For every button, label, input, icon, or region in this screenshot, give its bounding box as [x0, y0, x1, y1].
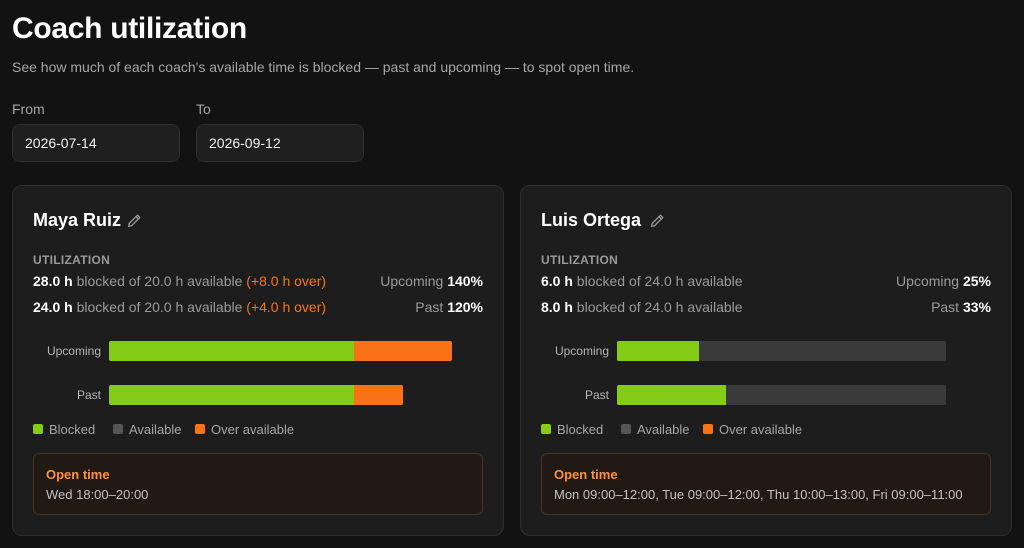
upcoming-available-text: blocked of 20.0 h available — [76, 273, 243, 289]
over-swatch — [703, 424, 713, 434]
open-time-box: Open time Mon 09:00–12:00, Tue 09:00–12:… — [541, 453, 991, 515]
to-label: To — [196, 101, 211, 117]
upcoming-blocked-segment — [617, 341, 699, 361]
legend-available-label: Available — [637, 422, 690, 437]
past-available-text: blocked of 20.0 h available — [76, 299, 243, 315]
coach-card-luis-ortega: Luis Ortega UTILIZATION 6.0 h blocked of… — [520, 185, 1012, 536]
page-title: Coach utilization — [12, 12, 247, 45]
past-label: Past — [415, 299, 444, 315]
upcoming-blocked-hours: 28.0 h — [33, 273, 73, 289]
upcoming-percent: 25% — [962, 273, 991, 289]
upcoming-percent: 140% — [447, 273, 483, 289]
from-date-input[interactable] — [12, 124, 180, 162]
blocked-swatch — [541, 424, 551, 434]
open-time-slots: Wed 18:00–20:00 — [46, 487, 149, 502]
past-over-segment — [354, 385, 403, 405]
upcoming-over-text: (+8.0 h over) — [246, 273, 327, 289]
past-bar-label: Past — [584, 388, 609, 402]
open-time-title: Open time — [554, 467, 618, 482]
coach-card-maya-ruiz: Maya Ruiz UTILIZATION 28.0 h blocked of … — [12, 185, 504, 536]
upcoming-over-segment — [354, 341, 452, 361]
legend-over-label: Over available — [719, 422, 803, 437]
upcoming-utilization-row: 6.0 h blocked of 24.0 h available Upcomi… — [541, 273, 991, 293]
past-utilization-row: 8.0 h blocked of 24.0 h available Past 3… — [541, 299, 991, 319]
pencil-icon[interactable] — [126, 213, 142, 229]
legend-over-label: Over available — [211, 422, 295, 437]
utilization-label: UTILIZATION — [33, 253, 111, 267]
coach-utilization-page: Coach utilization See how much of each c… — [0, 0, 1024, 548]
past-blocked-hours: 8.0 h — [541, 299, 573, 315]
to-date-input[interactable] — [196, 124, 364, 162]
past-over-text: (+4.0 h over) — [246, 299, 327, 315]
upcoming-blocked-segment — [109, 341, 354, 361]
upcoming-utilization-bar — [617, 341, 946, 361]
upcoming-label: Upcoming — [896, 273, 960, 289]
open-time-box: Open time Wed 18:00–20:00 — [33, 453, 483, 515]
over-swatch — [195, 424, 205, 434]
legend-blocked-label: Blocked — [49, 422, 96, 437]
upcoming-bar-label: Upcoming — [46, 344, 101, 358]
past-bar-label: Past — [76, 388, 101, 402]
upcoming-label: Upcoming — [380, 273, 444, 289]
past-utilization-bar — [109, 385, 403, 405]
available-swatch — [621, 424, 631, 434]
utilization-label: UTILIZATION — [541, 253, 619, 267]
pencil-icon[interactable] — [649, 213, 665, 229]
past-label: Past — [931, 299, 960, 315]
upcoming-bar-label: Upcoming — [554, 344, 609, 358]
legend-available-label: Available — [129, 422, 182, 437]
past-blocked-segment — [109, 385, 354, 405]
upcoming-blocked-hours: 6.0 h — [541, 273, 573, 289]
coach-name: Luis Ortega — [541, 210, 642, 230]
past-blocked-hours: 24.0 h — [33, 299, 73, 315]
past-percent: 33% — [962, 299, 991, 315]
from-label: From — [12, 101, 45, 117]
available-swatch — [113, 424, 123, 434]
past-utilization-row: 24.0 h blocked of 20.0 h available (+4.0… — [33, 299, 483, 319]
past-percent: 120% — [447, 299, 483, 315]
past-blocked-segment — [617, 385, 726, 405]
upcoming-utilization-bar — [109, 341, 452, 361]
upcoming-utilization-row: 28.0 h blocked of 20.0 h available (+8.0… — [33, 273, 483, 293]
open-time-slots: Mon 09:00–12:00, Tue 09:00–12:00, Thu 10… — [554, 487, 963, 502]
coach-name: Maya Ruiz — [33, 210, 122, 230]
legend-blocked-label: Blocked — [557, 422, 604, 437]
page-subtitle: See how much of each coach's available t… — [12, 59, 635, 75]
blocked-swatch — [33, 424, 43, 434]
upcoming-available-text: blocked of 24.0 h available — [576, 273, 743, 289]
open-time-title: Open time — [46, 467, 110, 482]
past-utilization-bar — [617, 385, 946, 405]
past-available-text: blocked of 24.0 h available — [576, 299, 743, 315]
